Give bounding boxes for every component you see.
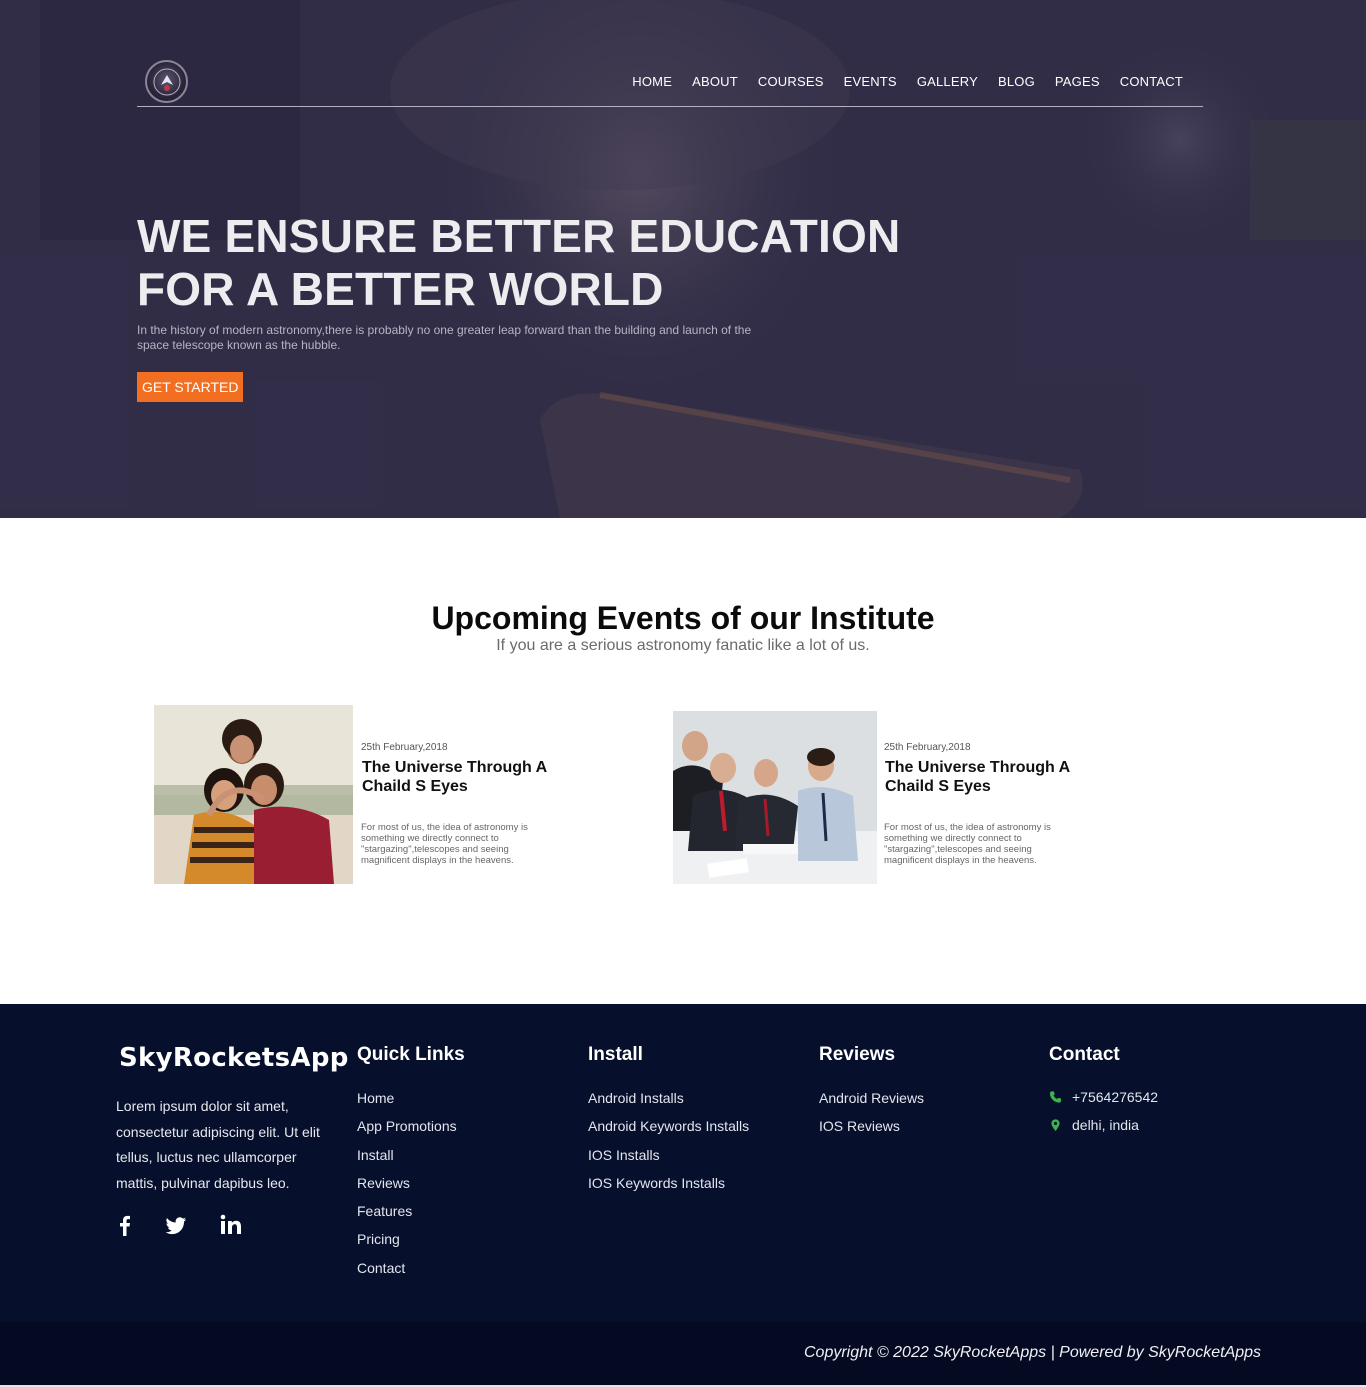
group-of-girls-photo [154, 705, 353, 884]
quick-links-heading: Quick Links [357, 1044, 465, 1065]
rocket-emblem-icon [153, 68, 180, 95]
contact-heading: Contact [1049, 1044, 1120, 1065]
install-link-android-keywords[interactable]: Android Keywords Installs [588, 1116, 749, 1144]
hero-subtitle: In the history of modern astronomy,there… [137, 323, 752, 352]
nav-pages[interactable]: PAGES [1045, 74, 1110, 89]
events-title: Upcoming Events of our Institute [431, 600, 935, 636]
main-nav: HOME ABOUT COURSES EVENTS GALLERY BLOG P… [622, 74, 1193, 89]
event-card-1-image[interactable] [154, 705, 353, 884]
reviews-link-ios[interactable]: IOS Reviews [819, 1116, 924, 1144]
quick-link-features[interactable]: Features [357, 1201, 457, 1229]
nav-blog[interactable]: BLOG [988, 74, 1045, 89]
quick-link-home[interactable]: Home [357, 1088, 457, 1116]
footer-brand-logo[interactable]: SkyRocketsApp [119, 1043, 349, 1073]
reviews-list: Android Reviews IOS Reviews [819, 1088, 924, 1145]
facebook-icon[interactable] [112, 1212, 138, 1238]
get-started-button[interactable]: GET STARTED [137, 372, 244, 402]
install-link-ios-keywords[interactable]: IOS Keywords Installs [588, 1173, 749, 1201]
nav-courses[interactable]: COURSES [748, 74, 834, 89]
reviews-link-android[interactable]: Android Reviews [819, 1088, 924, 1116]
location-pin-icon [1051, 1119, 1060, 1132]
footer-about-text: Lorem ipsum dolor sit amet, consectetur … [116, 1098, 320, 1191]
events-subtitle: If you are a serious astronomy fanatic l… [496, 637, 870, 654]
install-link-android[interactable]: Android Installs [588, 1088, 749, 1116]
reviews-heading: Reviews [819, 1044, 896, 1065]
install-link-ios[interactable]: IOS Installs [588, 1145, 749, 1173]
quick-link-install[interactable]: Install [357, 1145, 457, 1173]
event-card-1-date: 25th February,2018 [361, 742, 448, 753]
nav-about[interactable]: ABOUT [682, 74, 748, 89]
event-card-2-title[interactable]: The Universe Through A Chaild S Eyes [885, 759, 1095, 796]
contact-phone-text: +7564276542 [1072, 1089, 1159, 1105]
nav-divider [137, 106, 1203, 107]
event-card-2-date: 25th February,2018 [884, 742, 971, 753]
contact-location-text: delhi, india [1072, 1117, 1139, 1133]
nav-gallery[interactable]: GALLERY [907, 74, 988, 89]
event-card-2-description: For most of us, the idea of astronomy is… [884, 822, 1051, 866]
event-card-1-title[interactable]: The Universe Through A Chaild S Eyes [362, 759, 572, 796]
event-card-2-image[interactable] [673, 711, 877, 884]
quick-link-reviews[interactable]: Reviews [357, 1173, 457, 1201]
site-logo[interactable] [145, 60, 188, 103]
hero-title-line1: WE ENSURE BETTER EDUCATION [137, 210, 901, 262]
linkedin-icon[interactable] [218, 1212, 244, 1238]
twitter-icon[interactable] [163, 1212, 189, 1238]
contact-phone[interactable]: +7564276542 [1049, 1089, 1158, 1105]
quick-link-pricing[interactable]: Pricing [357, 1229, 457, 1257]
copyright-text: Copyright © 2022 SkyRocketApps | Powered… [804, 1344, 1262, 1361]
install-list: Android Installs Android Keywords Instal… [588, 1088, 749, 1201]
contact-location[interactable]: delhi, india [1049, 1117, 1139, 1133]
nav-home[interactable]: HOME [622, 74, 682, 89]
event-card-1-description: For most of us, the idea of astronomy is… [361, 822, 528, 866]
phone-icon [1049, 1091, 1062, 1103]
hero-title-line2: FOR A BETTER WORLD [137, 263, 664, 315]
quick-links-list: Home App Promotions Install Reviews Feat… [357, 1088, 457, 1286]
business-meeting-photo [673, 711, 877, 884]
hero-title: WE ENSURE BETTER EDUCATION FOR A BETTER … [137, 210, 957, 316]
nav-contact[interactable]: CONTACT [1110, 74, 1193, 89]
install-heading: Install [588, 1044, 643, 1065]
nav-events[interactable]: EVENTS [834, 74, 907, 89]
quick-link-app-promotions[interactable]: App Promotions [357, 1116, 457, 1144]
quick-link-contact[interactable]: Contact [357, 1258, 457, 1286]
